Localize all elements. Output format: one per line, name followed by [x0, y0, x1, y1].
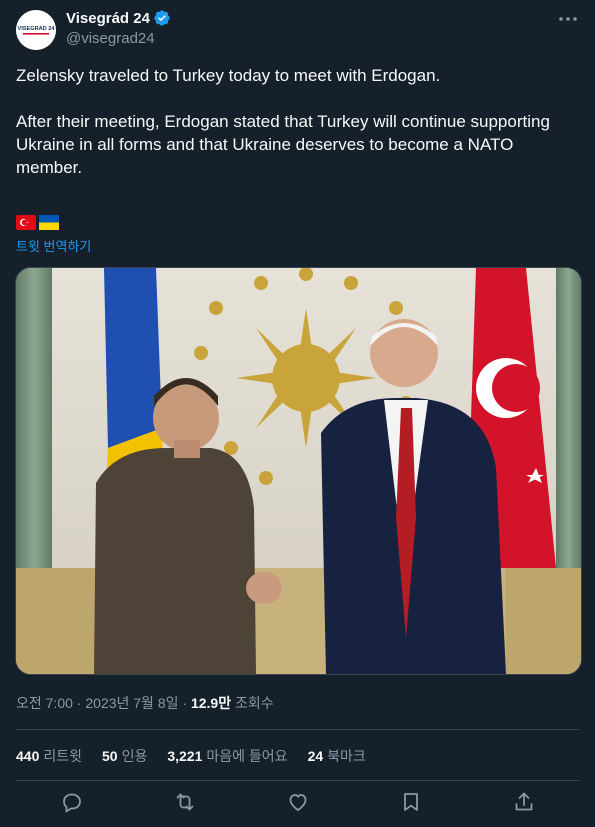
- quotes-label: 인용: [121, 748, 148, 764]
- likes-count: 3,221: [167, 748, 203, 764]
- ukraine-flag-icon: [39, 215, 59, 230]
- meeting-photo-illustration: [16, 268, 581, 674]
- tweet-actions: [16, 790, 579, 818]
- verified-badge-icon: [153, 9, 171, 27]
- name-row: Visegrád 24: [66, 9, 171, 27]
- retweets-count: 440: [16, 748, 40, 764]
- reply-icon[interactable]: [60, 790, 84, 814]
- tweet-header: VISEGRAD 24 Visegrád 24 @visegrad24: [16, 8, 579, 52]
- avatar-logo: VISEGRAD 24: [16, 10, 56, 50]
- tweet-photo[interactable]: [15, 267, 582, 675]
- avatar[interactable]: VISEGRAD 24: [16, 10, 56, 50]
- like-icon[interactable]: [286, 790, 310, 814]
- retweet-icon[interactable]: [173, 790, 197, 814]
- meta-separator: ·: [72, 695, 86, 711]
- divider: [16, 780, 579, 781]
- flag-emojis: [16, 215, 59, 230]
- divider: [16, 729, 579, 730]
- translate-tweet-link[interactable]: 트윗 번역하기: [16, 236, 91, 255]
- display-name[interactable]: Visegrád 24: [66, 10, 150, 27]
- retweets-label: 리트윗: [43, 748, 82, 764]
- views-label: 조회수: [231, 695, 274, 711]
- likes-stat[interactable]: 3,221 마음에 들어요: [167, 746, 287, 766]
- tweet-date[interactable]: 2023년 7월 8일: [85, 695, 178, 711]
- bookmark-icon[interactable]: [399, 790, 423, 814]
- bookmarks-label: 북마크: [327, 748, 366, 764]
- tweet-time[interactable]: 오전 7:00: [16, 695, 73, 711]
- bookmarks-count: 24: [307, 748, 324, 764]
- meta-separator: ·: [178, 695, 191, 711]
- turkey-flag-icon: [16, 215, 36, 230]
- avatar-logo-text: VISEGRAD 24: [18, 26, 56, 32]
- tweet-paragraph-1: Zelensky traveled to Turkey today to mee…: [16, 66, 441, 85]
- quotes-stat[interactable]: 50 인용: [102, 746, 147, 766]
- tweet-text: Zelensky traveled to Turkey today to mee…: [16, 64, 581, 179]
- tweet-meta: 오전 7:00 · 2023년 7월 8일 · 12.9만 조회수: [16, 693, 274, 713]
- handle[interactable]: @visegrad24: [66, 30, 155, 47]
- engagement-stats: 440 리트윗 50 인용 3,221 마음에 들어요 24 북마크: [16, 746, 386, 766]
- share-icon[interactable]: [512, 790, 536, 814]
- likes-label: 마음에 들어요: [206, 748, 288, 764]
- views-count: 12.9만: [190, 695, 232, 711]
- retweets-stat[interactable]: 440 리트윗: [16, 746, 82, 766]
- tweet-paragraph-2: After their meeting, Erdogan stated that…: [16, 112, 550, 177]
- more-options-icon[interactable]: [557, 10, 579, 28]
- quotes-count: 50: [102, 748, 118, 764]
- bookmarks-stat[interactable]: 24 북마크: [308, 746, 366, 766]
